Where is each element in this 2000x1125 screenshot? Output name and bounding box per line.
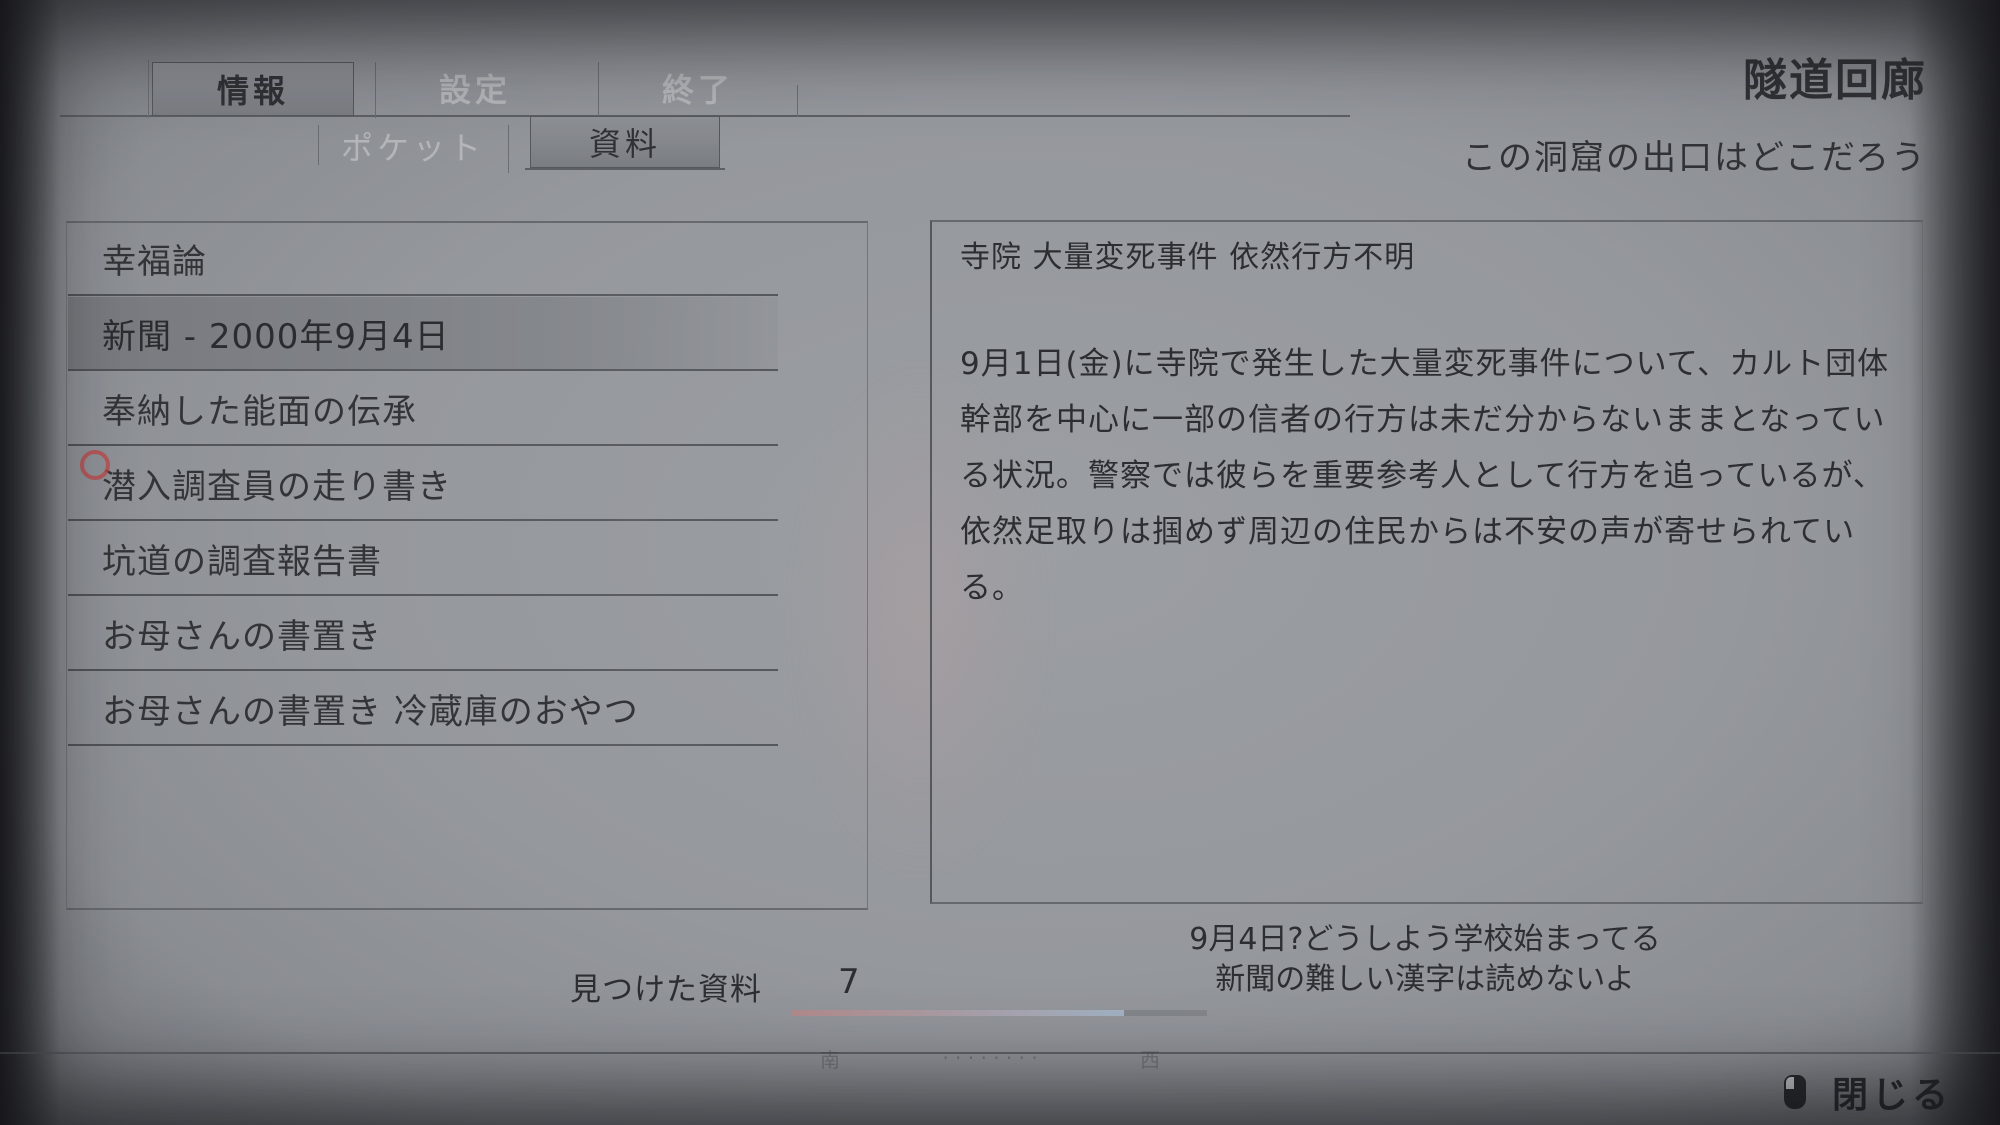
subtab-documents[interactable]: 資料 [530,116,720,168]
found-documents-label: 見つけた資料 [570,972,762,1008]
compass-bar [792,1010,1207,1016]
compass: 南 · · · · · · · · 西 [820,1045,1160,1072]
list-item-label: 坑道の調査報告書 [102,541,382,582]
cursor-ring-icon [80,450,110,480]
list-item-label: 潜入調査員の走り書き [102,466,452,507]
document-body: 9月1日(金)に寺院で発生した大量変死事件について、カルト団体幹部を中心に一部の… [960,346,1890,606]
list-item[interactable]: お母さんの書置き [68,597,778,671]
tab-quit[interactable]: 終了 [598,62,798,114]
list-item-selected[interactable]: 新聞 - 2000年9月4日 [68,297,778,371]
tab-settings[interactable]: 設定 [375,62,575,114]
list-item[interactable]: 潜入調査員の走り書き [68,447,778,521]
dialog-text: 9月4日?どうしよう学校始まってる 新聞の難しい漢字は読めないよ [1100,920,1750,1000]
compass-south: 南 [820,1047,840,1072]
list-item[interactable]: 奉納した能面の伝承 [68,372,778,446]
game-menu-screen: 情報 設定 終了 ポケット 資料 隧道回廊 この洞窟の出口はどこだろう 幸福論 … [0,0,2000,1125]
mouse-icon [1783,1075,1806,1109]
list-item[interactable]: お母さんの書置き 冷蔵庫のおやつ [68,672,778,746]
list-item-label: 新聞 - 2000年9月4日 [102,316,450,357]
tab-info[interactable]: 情報 [152,62,354,116]
compass-west: 西 [1140,1047,1160,1072]
dialog-line-1: 9月4日?どうしよう学校始まってる [1189,922,1661,957]
location-title: 隧道回廊 [1743,55,1927,106]
subtab-pocket[interactable]: ポケット [322,120,504,172]
list-item[interactable]: 坑道の調査報告書 [68,522,778,596]
found-documents-count: 7 [838,962,860,1002]
close-button[interactable]: 閉じる [1783,1066,1952,1118]
list-item-label: お母さんの書置き [102,616,382,657]
list-item[interactable]: 幸福論 [68,222,778,296]
objective-text: この洞窟の出口はどこだろう [1462,138,1927,178]
list-item-label: お母さんの書置き 冷蔵庫のおやつ [102,691,639,732]
list-item-label: 奉納した能面の伝承 [102,391,417,432]
dialog-line-2: 新聞の難しい漢字は読めないよ [1215,962,1635,997]
list-item-label: 幸福論 [102,241,207,282]
document-headline: 寺院 大量変死事件 依然行方不明 [960,240,1416,275]
close-label: 閉じる [1831,1075,1952,1116]
